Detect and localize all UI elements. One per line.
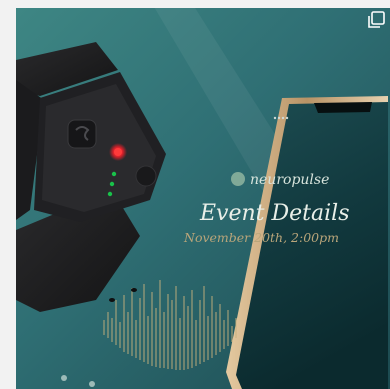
green-status-led xyxy=(111,171,117,177)
photo-frame: neuropulse Event Details November 20th, … xyxy=(0,0,390,389)
screen-title: Event Details xyxy=(199,201,350,226)
app-brand: neuropulse xyxy=(250,172,329,188)
neuropulse-logo-icon xyxy=(231,172,245,186)
product-photo: neuropulse Event Details November 20th, … xyxy=(0,0,390,389)
multiple-photos-icon xyxy=(368,11,385,28)
power-button-icon xyxy=(67,119,97,149)
event-date: November 20th, 2:00pm xyxy=(183,230,339,245)
